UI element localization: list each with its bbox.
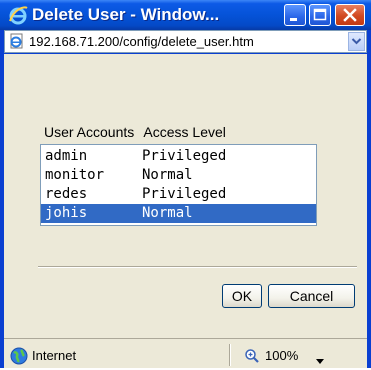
- close-icon: [343, 8, 357, 22]
- maximize-icon: [313, 8, 327, 21]
- cancel-button[interactable]: Cancel: [268, 284, 355, 308]
- account-name: admin: [45, 148, 88, 164]
- globe-icon: [10, 347, 28, 365]
- divider: [38, 266, 357, 268]
- list-header: User Accounts Access Level: [44, 124, 232, 140]
- chevron-down-icon: [351, 38, 362, 45]
- address-dropdown-button[interactable]: [348, 32, 365, 51]
- account-name: redes: [45, 186, 88, 202]
- close-button[interactable]: [335, 4, 365, 26]
- page-icon: [8, 33, 25, 50]
- security-zone: Internet: [32, 348, 77, 363]
- minimize-button[interactable]: [284, 4, 306, 26]
- access-level: Privileged: [142, 186, 227, 202]
- header-user-accounts: User Accounts: [44, 124, 135, 140]
- address-url: 192.168.71.200/config/delete_user.htm: [29, 34, 254, 49]
- address-bar[interactable]: 192.168.71.200/config/delete_user.htm: [4, 30, 367, 53]
- maximize-button[interactable]: [309, 4, 331, 26]
- window-title: Delete User - Window...: [32, 5, 220, 24]
- account-name: johis: [45, 205, 88, 221]
- ie-logo-icon: [8, 5, 28, 25]
- list-item-admin[interactable]: admin Privileged: [41, 147, 316, 166]
- status-separator: [229, 344, 231, 366]
- minimize-icon: [290, 18, 297, 21]
- browser-window: Delete User - Window... 192.168.71.200/c…: [0, 0, 371, 368]
- account-name: monitor: [45, 167, 105, 183]
- list-item-johis[interactable]: johis Normal: [41, 204, 316, 223]
- access-level: Normal: [142, 205, 193, 221]
- title-bar[interactable]: Delete User - Window...: [0, 0, 371, 30]
- zoom-level[interactable]: 100%: [265, 348, 298, 363]
- list-item-redes[interactable]: redes Privileged: [41, 185, 316, 204]
- magnifier-icon[interactable]: [244, 348, 260, 364]
- access-level: Normal: [142, 167, 193, 183]
- zoom-dropdown-icon[interactable]: [315, 351, 325, 364]
- header-access-level: Access Level: [143, 124, 226, 140]
- access-level: Privileged: [142, 148, 227, 164]
- status-bar: Internet 100%: [4, 338, 367, 368]
- user-accounts-listbox[interactable]: admin Privileged monitor Normal redes Privi…: [40, 144, 317, 226]
- list-item-monitor[interactable]: monitor Normal: [41, 166, 316, 185]
- dialog-content: User Accounts Access Level admin Privileg…: [4, 54, 367, 338]
- ok-button[interactable]: OK: [222, 284, 262, 308]
